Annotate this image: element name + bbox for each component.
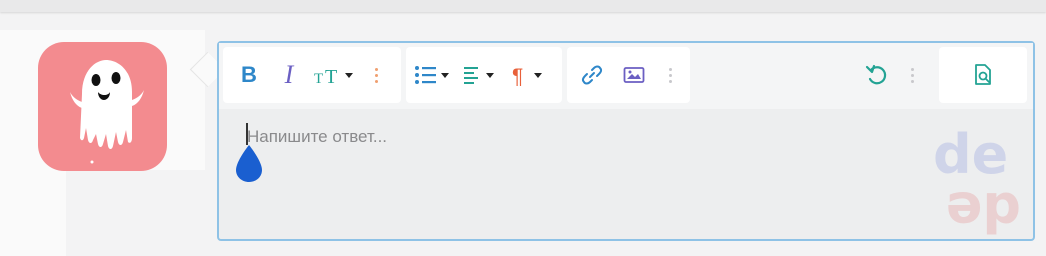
undo-icon [865,64,887,85]
bulleted-list-icon [415,66,449,84]
kebab-menu-icon [905,67,919,83]
kebab-menu-icon [663,67,677,83]
bulleted-list-button[interactable] [410,55,458,95]
preview-button[interactable] [939,55,1027,95]
more-insert-button[interactable] [655,55,685,95]
kebab-menu-icon [369,67,383,83]
preview-group [939,47,1027,103]
reply-placeholder[interactable]: Напишите ответ... [247,127,387,147]
editor-toolbar: B I T T ¶ [219,43,1033,109]
svg-text:de: de [946,180,1021,241]
insert-group [567,47,690,103]
list-group: ¶ [406,47,562,103]
svg-text:T: T [314,71,323,87]
svg-text:de: de [933,123,1008,186]
format-group: B I T T [223,47,401,103]
paragraph-button[interactable]: ¶ [506,55,554,95]
paragraph-icon: ¶ [512,65,542,86]
bold-button[interactable]: B [229,55,269,95]
reply-editor[interactable]: B I T T ¶ Напишите ответ... de de [217,41,1035,241]
link-icon [581,65,603,85]
text-size-button[interactable]: T T [309,55,361,95]
align-left-icon [464,67,494,84]
undo-button[interactable] [859,55,895,95]
top-bar [0,0,1046,12]
svg-text:¶: ¶ [512,65,523,86]
ghost-icon [70,60,144,164]
more-history-button[interactable] [899,55,925,95]
text-size-icon: T T [314,66,353,87]
user-avatar[interactable] [38,42,167,171]
watermark-logo: de de [933,123,1021,241]
italic-button[interactable]: I [269,55,309,95]
more-format-button[interactable] [361,55,391,95]
align-button[interactable] [458,55,506,95]
link-button[interactable] [571,55,613,95]
image-icon [623,67,645,83]
preview-document-icon [975,64,991,85]
svg-text:T: T [325,66,337,87]
selection-handle-icon[interactable] [234,143,264,183]
image-button[interactable] [613,55,655,95]
left-panel-gap [66,170,205,256]
